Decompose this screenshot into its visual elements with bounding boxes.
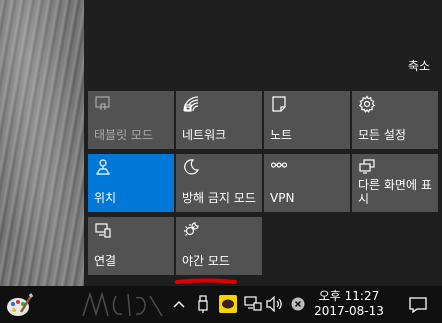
tile-all-settings[interactable]: 모든 설정	[352, 91, 438, 149]
close-circle-icon[interactable]	[290, 294, 306, 314]
taskbar-handwriting-decoration	[82, 291, 163, 317]
tile-label: 네트워크	[182, 128, 227, 142]
clock-time: 오후 11:27	[318, 289, 380, 303]
note-icon	[272, 96, 286, 112]
action-center-button[interactable]	[394, 286, 442, 323]
tile-label: 위치	[94, 191, 117, 205]
settings-gear-icon	[358, 95, 376, 113]
paint-app-icon[interactable]	[4, 290, 34, 320]
network-icon	[183, 96, 199, 112]
desktop-wallpaper	[0, 0, 84, 286]
tile-night-light[interactable]: 야간 모드	[176, 217, 262, 275]
tile-tablet-mode[interactable]: 태블릿 모드	[88, 91, 174, 149]
tablet-mode-icon	[95, 96, 110, 110]
tile-vpn[interactable]: VPN	[264, 154, 350, 212]
red-annotation-mark	[175, 278, 237, 284]
night-light-icon	[184, 222, 199, 236]
usb-icon[interactable]	[196, 294, 210, 314]
tile-quiet-hours[interactable]: 방해 금지 모드	[176, 154, 262, 212]
tile-label: 태블릿 모드	[94, 128, 154, 142]
tile-label: 다른 화면에 표시	[358, 178, 432, 206]
tile-label: 노트	[270, 128, 293, 142]
tile-label: 모든 설정	[358, 128, 406, 142]
tile-label: 연결	[94, 254, 117, 268]
tile-network[interactable]: 네트워크	[176, 91, 262, 149]
tile-location[interactable]: 위치	[88, 154, 174, 212]
tile-label: 방해 금지 모드	[182, 191, 256, 205]
location-icon	[95, 159, 111, 175]
vpn-icon	[270, 162, 288, 168]
notification-icon	[409, 296, 427, 313]
network-wired-icon[interactable]	[244, 294, 262, 314]
taskbar: 오후 11:27 2017-08-13	[0, 286, 442, 323]
project-icon	[359, 159, 375, 174]
chevron-up-icon[interactable]	[172, 294, 186, 314]
tile-label: 야간 모드	[182, 254, 230, 268]
moon-icon	[184, 159, 200, 175]
kakaotalk-icon[interactable]	[218, 294, 238, 314]
connect-icon	[95, 223, 111, 238]
volume-icon[interactable]	[266, 294, 284, 314]
clock-date: 2017-08-13	[314, 304, 384, 318]
collapse-link[interactable]: 축소	[408, 57, 430, 74]
tile-connect[interactable]: 연결	[88, 217, 174, 275]
tile-project[interactable]: 다른 화면에 표시	[352, 154, 438, 212]
tile-label: VPN	[270, 191, 295, 205]
action-center-panel: 축소 태블릿 모드 네트워크 노트 모든 설정 위치 방해 금지 모드 VPN …	[84, 0, 442, 286]
tile-note[interactable]: 노트	[264, 91, 350, 149]
taskbar-clock[interactable]: 오후 11:27 2017-08-13	[308, 289, 390, 319]
